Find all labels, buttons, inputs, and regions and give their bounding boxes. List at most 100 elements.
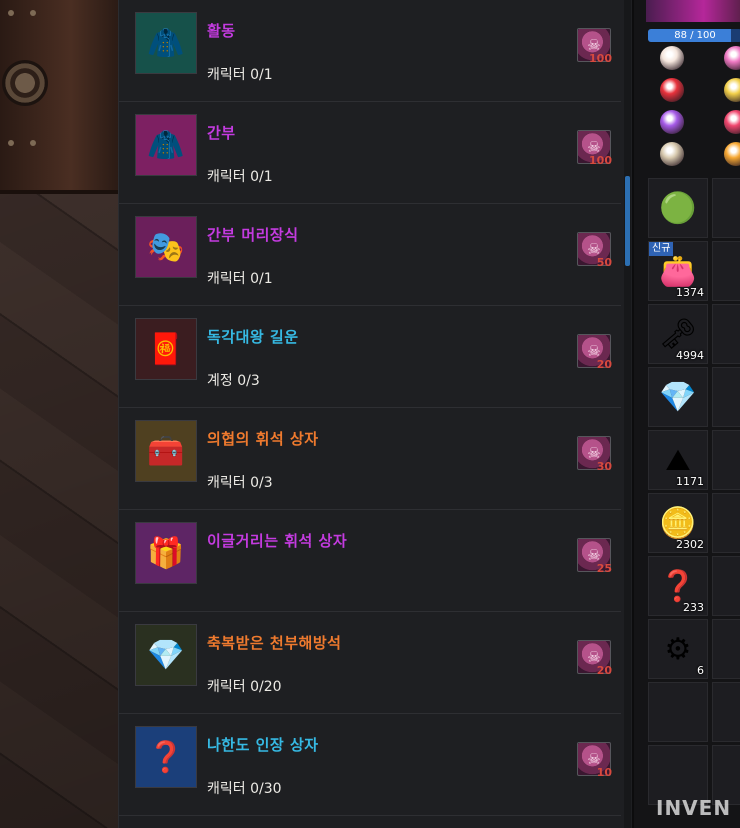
skull-emblem-icon: ☠ [587, 239, 601, 258]
inventory-slot[interactable]: 🟢 [648, 178, 708, 238]
item-quantity: 1171 [676, 475, 704, 488]
red-gem-icon[interactable] [660, 78, 684, 102]
quest-progress: 캐릭터 0/1 [207, 67, 273, 83]
skull-emblem-icon: ☠ [587, 443, 601, 462]
purple-box-icon: 🎁 [135, 522, 197, 584]
reward-amount: 30 [596, 460, 612, 473]
quest-name: 이글거리는 휘석 상자 [207, 532, 348, 550]
reward-amount: 20 [596, 664, 612, 677]
quest-list-panel: 🧥 활동 캐릭터 0/1 ☠ 100 🧥 간부 캐릭터 0/1 ☠ 100 🎭 … [118, 0, 633, 828]
inventory-slot-partial[interactable] [712, 682, 740, 742]
quest-row[interactable]: 🧰 의협의 휘석 상자 캐릭터 0/3 ☠ 30 [119, 408, 621, 510]
reward-amount: 25 [596, 562, 612, 575]
inventory-panel: 88 / 100 🟢 👛 신규 1374 🗝 4994 💎 ⛰ 1171 🪙 2302 ❓ 233 ⚙ 6 [632, 0, 740, 828]
skull-emblem-icon: ☠ [587, 545, 601, 564]
inventory-slot-partial[interactable] [712, 619, 740, 679]
blessed-stone-icon: 💎 [135, 624, 197, 686]
quest-row[interactable]: 🎭 간부 머리장식 캐릭터 0/1 ☠ 50 [119, 204, 621, 306]
skull-emblem-icon: ☠ [587, 341, 601, 360]
reward-icon[interactable]: ☠ 50 [577, 232, 612, 269]
reward-amount: 10 [596, 766, 612, 779]
amber-gem-icon[interactable] [724, 142, 740, 166]
wooden-chest-decoration [0, 0, 118, 194]
quest-name: 활동 [207, 22, 236, 40]
blue-diamond-icon: 💎 [659, 379, 697, 415]
inventory-slot[interactable]: ⛰ 1171 [648, 430, 708, 490]
inventory-slot-partial[interactable] [712, 493, 740, 553]
quest-row[interactable]: 🧥 간부 캐릭터 0/1 ☠ 100 [119, 102, 621, 204]
item-quantity: 4994 [676, 349, 704, 362]
quest-progress: 캐릭터 0/1 [207, 169, 273, 185]
quest-row[interactable]: 💎 축복받은 천부해방석 캐릭터 0/20 ☠ 20 [119, 612, 621, 714]
green-jacket-icon: 🧥 [135, 12, 197, 74]
inventory-slot[interactable]: 🪙 2302 [648, 493, 708, 553]
lion-ornament-icon [2, 60, 48, 106]
scrollbar[interactable] [624, 0, 631, 828]
inventory-slot-partial[interactable] [712, 241, 740, 301]
star-gem-icon[interactable] [660, 142, 684, 166]
gold-chest-icon: 🧰 [135, 420, 197, 482]
inventory-slot[interactable]: 💎 [648, 367, 708, 427]
reward-amount: 50 [596, 256, 612, 269]
quest-progress: 캐릭터 0/20 [207, 679, 282, 695]
quest-row[interactable]: 🧥 활동 캐릭터 0/1 ☠ 100 [119, 0, 621, 102]
inventory-slot-partial[interactable] [712, 430, 740, 490]
quest-name: 나한도 인장 상자 [207, 736, 319, 754]
quest-row[interactable]: ❓ 나한도 인장 상자 캐릭터 0/30 ☠ 10 [119, 714, 621, 816]
inventory-slot[interactable]: ⚙ 6 [648, 619, 708, 679]
reward-amount: 100 [589, 154, 612, 167]
pink-gem-icon[interactable] [724, 46, 740, 70]
inventory-slot-partial[interactable] [712, 304, 740, 364]
background-scenery [0, 0, 118, 828]
inventory-slot[interactable]: 🗝 4994 [648, 304, 708, 364]
inventory-slot-partial[interactable] [712, 367, 740, 427]
white-gem-icon[interactable] [660, 46, 684, 70]
quest-name: 간부 머리장식 [207, 226, 299, 244]
inventory-slot-partial[interactable] [712, 556, 740, 616]
quest-name: 독각대왕 길운 [207, 328, 299, 346]
scrollbar-thumb[interactable] [625, 176, 630, 266]
quest-row[interactable]: 🧧 독각대왕 길운 계정 0/3 ☠ 20 [119, 306, 621, 408]
item-strip [646, 0, 740, 22]
quest-progress: 캐릭터 0/1 [207, 271, 273, 287]
capacity-text: 88 / 100 [674, 30, 716, 41]
capacity-bar: 88 / 100 [648, 29, 740, 42]
reward-icon[interactable]: ☠ 30 [577, 436, 612, 473]
quest-name: 의협의 휘석 상자 [207, 430, 319, 448]
rose-gem-icon[interactable] [724, 110, 740, 134]
item-quantity: 6 [697, 664, 704, 677]
reward-amount: 100 [589, 52, 612, 65]
reward-icon[interactable]: ☠ 20 [577, 334, 612, 371]
seal-box-icon: ❓ [135, 726, 197, 788]
pink-jacket-icon: 🧥 [135, 114, 197, 176]
yellow-gem-icon[interactable] [724, 78, 740, 102]
inventory-slot-partial[interactable] [712, 178, 740, 238]
empty-inventory-slot[interactable] [648, 682, 708, 742]
item-quantity: 2302 [676, 538, 704, 551]
gold-coin-icon: 🪙 [659, 505, 697, 541]
quest-progress: 캐릭터 0/3 [207, 475, 273, 491]
quest-row[interactable]: 🎁 이글거리는 휘석 상자 ☠ 25 [119, 510, 621, 612]
gold-dust-icon: ⛰ [665, 442, 691, 478]
quest-name: 간부 [207, 124, 236, 142]
inventory-slot[interactable]: 👛 신규 1374 [648, 241, 708, 301]
quest-progress: 캐릭터 0/30 [207, 781, 282, 797]
reward-icon[interactable]: ☠ 10 [577, 742, 612, 779]
pink-hood-icon: 🎭 [135, 216, 197, 278]
red-bag-icon: 👛 [659, 253, 697, 289]
purple-gem-icon[interactable] [660, 110, 684, 134]
skull-emblem-icon: ☠ [587, 137, 601, 156]
reward-icon[interactable]: ☠ 25 [577, 538, 612, 575]
reward-icon[interactable]: ☠ 100 [577, 28, 612, 65]
quest-progress: 계정 0/3 [207, 373, 260, 389]
skull-emblem-icon: ☠ [587, 35, 601, 54]
reward-icon[interactable]: ☠ 100 [577, 130, 612, 167]
inventory-slot[interactable]: ❓ 233 [648, 556, 708, 616]
item-quantity: 233 [683, 601, 704, 614]
watermark-text: INVEN [656, 796, 732, 820]
silver-token-icon: ⚙ [664, 631, 692, 667]
skull-emblem-icon: ☠ [587, 647, 601, 666]
reward-icon[interactable]: ☠ 20 [577, 640, 612, 677]
mystery-box-icon: ❓ [659, 568, 697, 604]
quest-name: 축복받은 천부해방석 [207, 634, 342, 652]
